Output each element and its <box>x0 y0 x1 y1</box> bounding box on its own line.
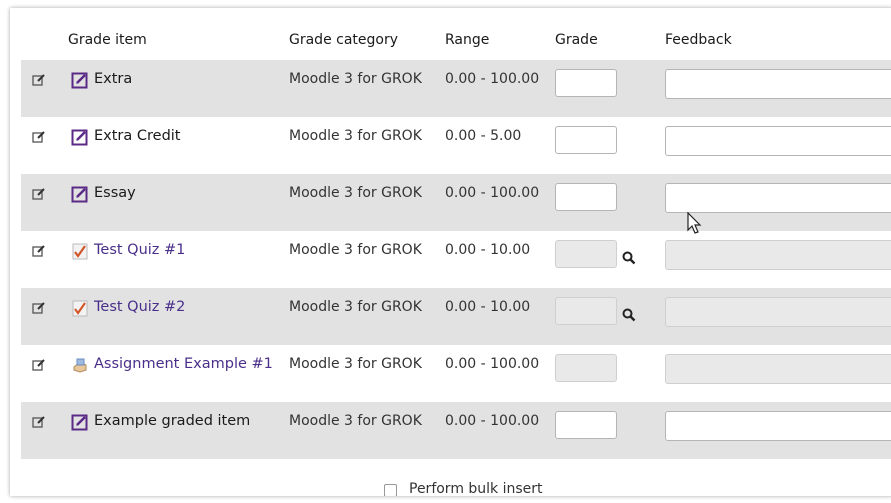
edit-icon[interactable] <box>32 357 46 371</box>
edit-icon[interactable] <box>32 414 46 428</box>
feedback-input[interactable] <box>665 183 891 213</box>
edit-icon[interactable] <box>32 72 46 86</box>
grader-panel: Grade item Grade category Range Grade Fe… <box>10 8 891 496</box>
feedback-input[interactable] <box>665 126 891 156</box>
table-row: Extra Moodle 3 for GROK 0.00 - 100.00 <box>21 60 891 117</box>
quiz-icon <box>71 242 89 260</box>
grade-input <box>555 297 617 325</box>
manual-item-icon <box>71 71 89 89</box>
header-grade-item: Grade item <box>68 32 147 48</box>
grade-range: 0.00 - 10.00 <box>445 242 531 258</box>
grade-input <box>555 240 617 268</box>
search-icon[interactable] <box>622 307 636 322</box>
grade-range: 0.00 - 10.00 <box>445 299 531 315</box>
header-grade-category: Grade category <box>289 32 399 48</box>
bulk-insert-checkbox[interactable] <box>384 484 397 496</box>
grade-category: Moodle 3 for GROK <box>289 71 422 87</box>
edit-icon[interactable] <box>32 243 46 257</box>
grade-item-name: Essay <box>94 185 136 201</box>
grade-input[interactable] <box>555 126 617 154</box>
edit-icon[interactable] <box>32 300 46 314</box>
grade-range: 0.00 - 100.00 <box>445 185 540 201</box>
mouse-cursor-icon <box>687 212 702 234</box>
grade-category: Moodle 3 for GROK <box>289 128 422 144</box>
manual-item-icon <box>71 185 89 203</box>
grade-item-name[interactable]: Assignment Example #1 <box>94 356 273 372</box>
manual-item-icon <box>71 413 89 431</box>
header-grade: Grade <box>555 32 598 48</box>
grade-range: 0.00 - 100.00 <box>445 356 540 372</box>
search-icon[interactable] <box>622 250 636 265</box>
assignment-icon <box>71 356 89 374</box>
grade-range: 0.00 - 100.00 <box>445 413 540 429</box>
table-row: Example graded item Moodle 3 for GROK 0.00… <box>21 402 891 459</box>
grade-item-name: Extra <box>94 71 133 87</box>
grade-category: Moodle 3 for GROK <box>289 413 422 429</box>
feedback-input[interactable] <box>665 411 891 441</box>
edit-icon[interactable] <box>32 186 46 200</box>
table-row: Extra Credit Moodle 3 for GROK 0.00 - 5.00 <box>21 117 891 174</box>
feedback-input <box>665 240 891 270</box>
grade-item-name[interactable]: Test Quiz #1 <box>94 242 185 258</box>
manual-item-icon <box>71 128 89 146</box>
edit-icon[interactable] <box>32 129 46 143</box>
table-row: Test Quiz #2 Moodle 3 for GROK 0.00 - 10.0… <box>21 288 891 345</box>
grade-input[interactable] <box>555 69 617 97</box>
table-row: Assignment Example #1 Moodle 3 for GROK 0.… <box>21 345 891 402</box>
grade-category: Moodle 3 for GROK <box>289 185 422 201</box>
header-feedback: Feedback <box>665 32 732 48</box>
grade-category: Moodle 3 for GROK <box>289 356 422 372</box>
grade-category: Moodle 3 for GROK <box>289 299 422 315</box>
quiz-icon <box>71 299 89 317</box>
header-range: Range <box>445 32 490 48</box>
grade-range: 0.00 - 5.00 <box>445 128 522 144</box>
grade-item-name[interactable]: Test Quiz #2 <box>94 299 185 315</box>
table-row: Essay Moodle 3 for GROK 0.00 - 100.00 <box>21 174 891 231</box>
feedback-input[interactable] <box>665 69 891 99</box>
grade-item-name: Example graded item <box>94 413 251 429</box>
grade-range: 0.00 - 100.00 <box>445 71 540 87</box>
table-row: Test Quiz #1 Moodle 3 for GROK 0.00 - 10.0… <box>21 231 891 288</box>
grade-input[interactable] <box>555 411 617 439</box>
bulk-insert-label: Perform bulk insert <box>409 481 543 496</box>
grade-input <box>555 354 617 382</box>
feedback-input <box>665 354 891 384</box>
feedback-input <box>665 297 891 327</box>
grade-item-name: Extra Credit <box>94 128 181 144</box>
grade-input[interactable] <box>555 183 617 211</box>
grade-category: Moodle 3 for GROK <box>289 242 422 258</box>
